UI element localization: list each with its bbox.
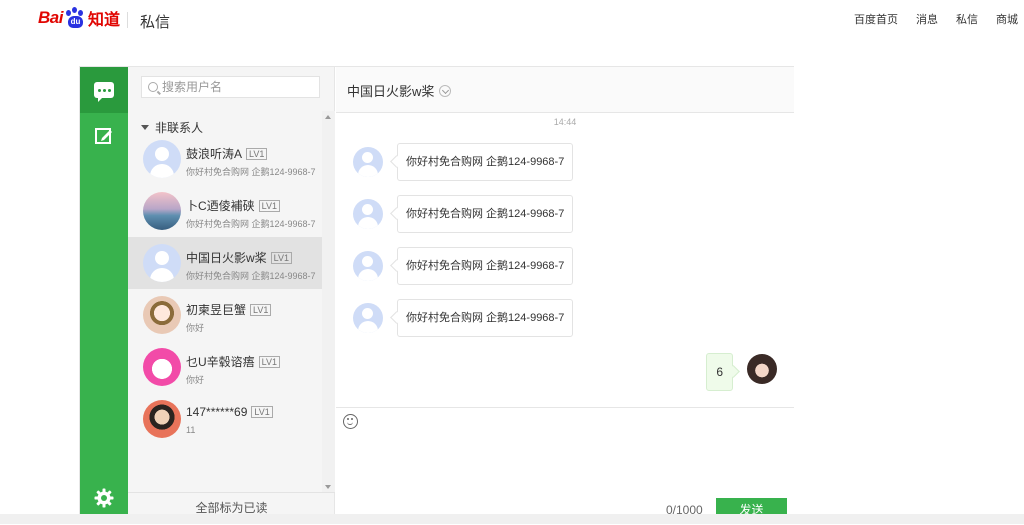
avatar (353, 303, 383, 333)
level-badge: LV1 (250, 303, 272, 316)
avatar (143, 400, 181, 438)
level-badge: LV1 (246, 147, 268, 160)
avatar (143, 192, 181, 230)
message-bubble: 你好村免合购网 企鹅124-9968-7 (397, 143, 574, 181)
gear-icon[interactable] (94, 488, 114, 508)
level-badge: LV1 (270, 251, 293, 264)
search-icon (148, 82, 158, 92)
avatar (143, 244, 181, 282)
message-bubble: 你好村免合购网 企鹅124-9968-7 (397, 247, 574, 285)
level-badge: LV1 (258, 199, 281, 212)
contacts-panel: 非联系人 鼓浪听涛ALV1 你好村免合购网 企鹅124-9968-7 卜C迺倰補… (128, 67, 335, 524)
contact-item[interactable]: 147******69 LV1 11 (128, 393, 322, 445)
message-bubble: 你好村免合购网 企鹅124-9968-7 (397, 299, 574, 337)
scroll-up-icon[interactable] (325, 115, 331, 119)
chevron-down-icon[interactable] (439, 84, 452, 97)
search-input[interactable] (162, 80, 312, 94)
avatar (143, 140, 181, 178)
nav-messages[interactable]: 消息 (916, 11, 938, 27)
browser-status-bar (0, 514, 1024, 524)
avatar (353, 199, 383, 229)
message-bubble: 6 (706, 353, 733, 391)
contact-item[interactable]: 乜U辛毂谘痦 LV1 你好 (128, 341, 322, 393)
messenger-panel: 非联系人 鼓浪听涛ALV1 你好村免合购网 企鹅124-9968-7 卜C迺倰補… (79, 66, 794, 524)
message-timestamp: 14:44 (553, 117, 577, 127)
contacts-scrollbar[interactable] (322, 111, 335, 493)
level-badge: LV1 (258, 355, 281, 368)
avatar (143, 348, 181, 386)
chat-title[interactable]: 中国日火影w桨 (347, 81, 452, 100)
page-title: 私信 (140, 14, 171, 31)
rail-chat-button[interactable] (80, 67, 128, 113)
sidebar-rail (80, 67, 128, 524)
nav-baidu-home[interactable]: 百度首页 (854, 11, 898, 27)
message-bubble: 你好村免合购网 企鹅124-9968-7 (397, 195, 574, 233)
chat-bubble-icon (94, 82, 114, 102)
rail-compose-button[interactable] (80, 113, 128, 159)
chat-panel: 中国日火影w桨 14:44 你好村免合购网 企鹅124-9968-7 你好村免合… (336, 67, 794, 524)
top-nav: 百度首页 消息 私信 商城 (854, 11, 1018, 27)
avatar (747, 354, 777, 384)
chat-header: 中国日火影w桨 (336, 67, 794, 113)
nav-private-messages[interactable]: 私信 (956, 11, 978, 27)
emoji-icon[interactable] (343, 414, 358, 429)
avatar (353, 251, 383, 281)
contact-item[interactable]: 初柬昱巨蟹 LV1 你好 (128, 289, 322, 341)
message-composer[interactable]: 0/1000 发送 (336, 407, 794, 525)
nav-mall[interactable]: 商城 (996, 11, 1018, 27)
avatar (143, 296, 181, 334)
contact-item[interactable]: 中国日火影w桨 LV1 你好村免合购网 企鹅124-9968-7 (128, 237, 322, 289)
caret-down-icon (141, 125, 149, 130)
scroll-down-icon[interactable] (325, 485, 331, 489)
contact-item[interactable]: 卜C迺倰補硖 LV1 你好村免合购网 企鹅124-9968-7 (128, 185, 322, 237)
compose-icon (95, 128, 112, 144)
avatar (353, 147, 383, 177)
level-badge: LV1 (251, 406, 273, 418)
search-box[interactable] (141, 76, 320, 98)
baidu-zhidao-logo[interactable]: Bai du 知道 (38, 6, 120, 30)
paw-icon: du (64, 7, 86, 29)
top-bar: Bai du 知道 私信 百度首页 消息 私信 商城 (0, 0, 1024, 40)
contact-item[interactable]: 鼓浪听涛A LV1 你好村免合购网 企鹅124-9968-7 (128, 133, 322, 185)
header-divider (127, 12, 128, 28)
